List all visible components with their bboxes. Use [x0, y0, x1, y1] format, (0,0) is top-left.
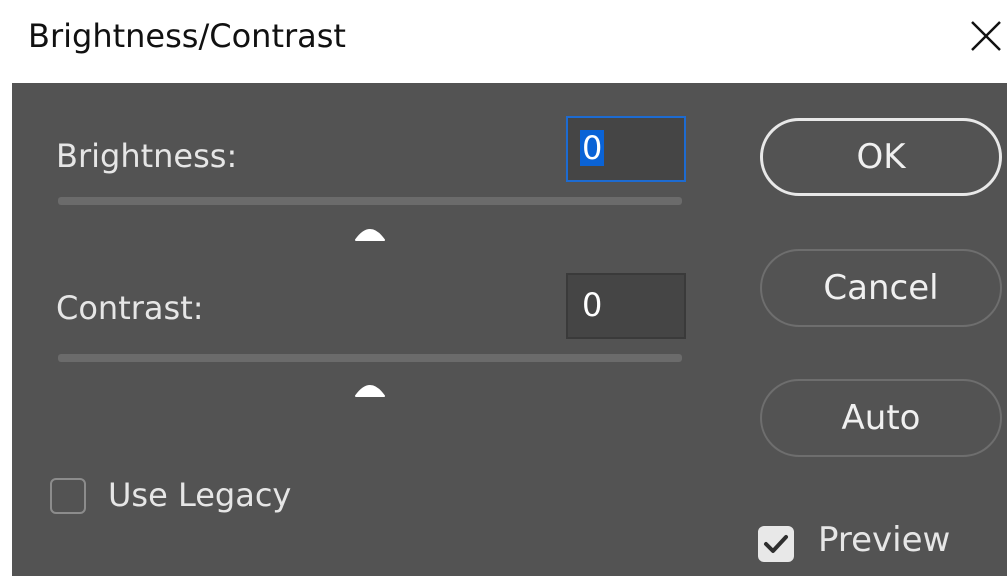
ok-button[interactable]: OK: [760, 118, 1002, 196]
use-legacy-label: Use Legacy: [108, 476, 292, 514]
dialog-titlebar: Brightness/Contrast: [0, 0, 1007, 80]
contrast-slider-track[interactable]: [58, 354, 682, 362]
auto-button[interactable]: Auto: [760, 379, 1002, 457]
contrast-input[interactable]: 0: [566, 273, 686, 339]
use-legacy-checkbox[interactable]: [50, 478, 86, 514]
preview-label: Preview: [818, 520, 951, 560]
brightness-slider-track[interactable]: [58, 197, 682, 205]
contrast-value: 0: [582, 286, 603, 324]
close-icon[interactable]: [968, 18, 1004, 54]
dialog-title: Brightness/Contrast: [28, 17, 346, 55]
brightness-slider-thumb[interactable]: [353, 220, 387, 242]
brightness-input[interactable]: 0: [566, 116, 686, 182]
contrast-label: Contrast:: [56, 289, 204, 327]
brightness-label: Brightness:: [56, 137, 238, 175]
checkmark-icon: [764, 535, 788, 553]
preview-checkbox[interactable]: [758, 526, 794, 562]
contrast-slider-thumb[interactable]: [353, 376, 387, 398]
brightness-value: 0: [580, 129, 605, 167]
cancel-button[interactable]: Cancel: [760, 249, 1002, 327]
